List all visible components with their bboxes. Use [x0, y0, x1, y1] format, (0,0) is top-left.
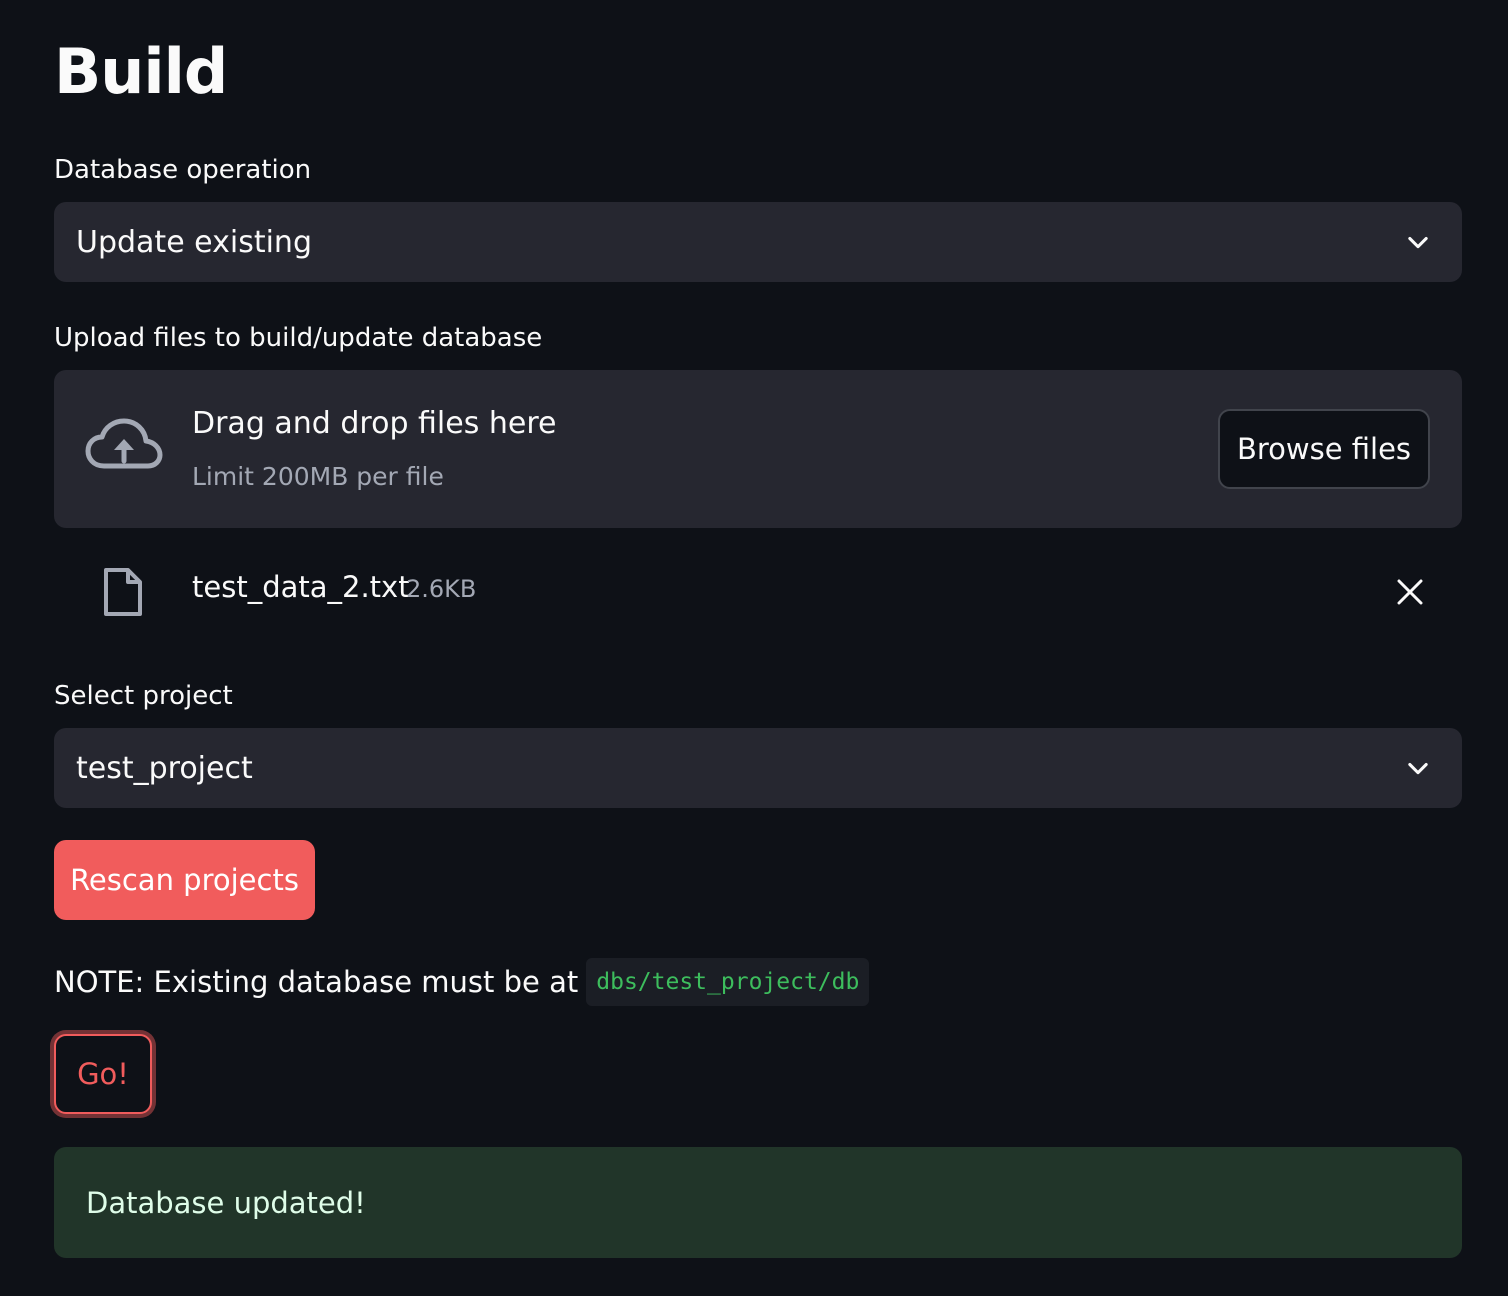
dropzone-limit: Limit 200MB per file [192, 462, 444, 491]
success-message: Database updated! [86, 1185, 366, 1220]
build-page: Build Database operation Update existing… [0, 0, 1508, 1296]
cloud-upload-icon [85, 418, 163, 469]
chevron-down-icon [1408, 762, 1428, 775]
chevron-down-icon [1408, 236, 1428, 249]
success-alert: Database updated! [54, 1147, 1462, 1258]
uploaded-file-row: test_data_2.txt 2.6KB [54, 556, 1462, 626]
note-text: NOTE: Existing database must be at dbs/t… [54, 958, 870, 1006]
go-button[interactable]: Go! [54, 1034, 152, 1114]
file-icon [104, 568, 142, 616]
close-icon[interactable] [1394, 576, 1426, 608]
uploaded-file-size: 2.6KB [406, 575, 477, 603]
database-operation-select[interactable]: Update existing [54, 202, 1462, 282]
page-title: Build [54, 35, 228, 108]
database-operation-value: Update existing [76, 224, 312, 260]
note-message: NOTE: Existing database must be at [54, 965, 579, 999]
rescan-projects-button[interactable]: Rescan projects [54, 840, 315, 920]
project-select[interactable]: test_project [54, 728, 1462, 808]
database-path-code: dbs/test_project/db [586, 958, 870, 1006]
dropzone-title: Drag and drop files here [192, 406, 557, 441]
uploaded-file-name: test_data_2.txt [192, 570, 410, 604]
database-operation-label: Database operation [54, 155, 312, 185]
select-project-label: Select project [54, 681, 233, 711]
browse-files-button[interactable]: Browse files [1218, 409, 1430, 489]
upload-label: Upload files to build/update database [54, 323, 543, 353]
project-select-value: test_project [76, 750, 253, 786]
file-dropzone[interactable]: Drag and drop files here Limit 200MB per… [54, 370, 1462, 528]
